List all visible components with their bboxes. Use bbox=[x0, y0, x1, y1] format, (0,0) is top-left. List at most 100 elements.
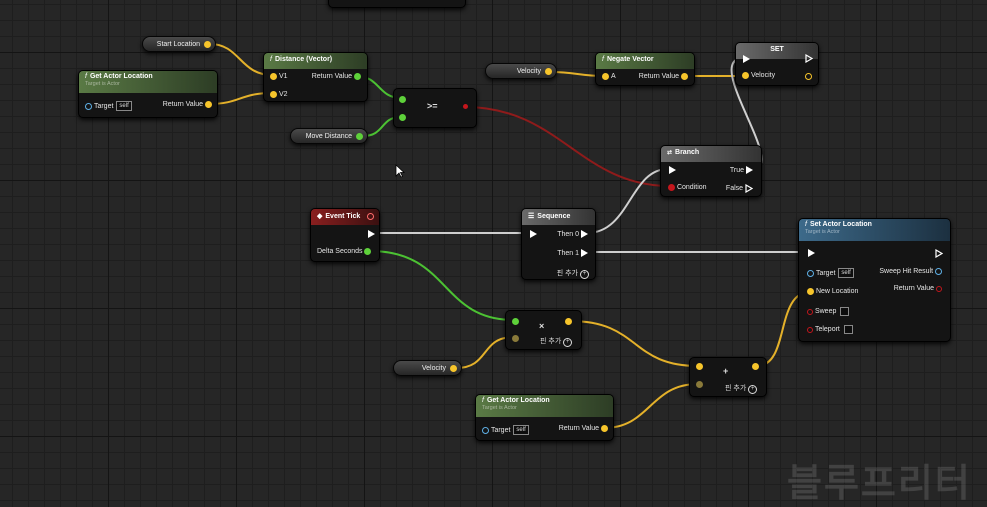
mouse-cursor-icon bbox=[395, 164, 405, 178]
target-label: Target bbox=[490, 426, 511, 434]
distance-return-row: Return Value bbox=[312, 73, 361, 80]
multiply-b-pin[interactable] bbox=[512, 335, 519, 342]
multiply-add-pin[interactable]: 핀 추가 + bbox=[540, 336, 573, 347]
target-pin-row: Target self bbox=[482, 425, 529, 435]
return-pin[interactable] bbox=[205, 101, 212, 108]
v2-pin[interactable] bbox=[270, 91, 277, 98]
set-actor-location-node[interactable]: f Set Actor Location Target is Actor Targ… bbox=[798, 218, 951, 342]
sweep-checkbox[interactable] bbox=[840, 307, 850, 316]
set-exec-out-pin[interactable] bbox=[805, 53, 814, 64]
v1-pin[interactable] bbox=[270, 73, 277, 80]
condition-row: Condition bbox=[668, 184, 707, 191]
multiply-node[interactable]: × 핀 추가 + bbox=[505, 310, 582, 350]
set-exec-in-pin[interactable] bbox=[743, 55, 750, 63]
negate-vector-node[interactable]: f Negate Vector A Return Value bbox=[595, 52, 695, 86]
distance-vector-node[interactable]: f Distance (Vector) V1 V2 Return Value bbox=[263, 52, 368, 102]
compare-result-pin[interactable] bbox=[463, 104, 468, 109]
new-location-pin[interactable] bbox=[807, 288, 814, 295]
teleport-checkbox[interactable] bbox=[843, 325, 853, 334]
function-icon: f bbox=[85, 73, 87, 80]
branch-node[interactable]: ⇄ Branch True Condition False bbox=[660, 145, 762, 197]
function-icon: f bbox=[482, 397, 484, 404]
self-field[interactable]: self bbox=[838, 268, 854, 278]
false-exec-pin[interactable] bbox=[745, 184, 753, 193]
start-location-label: Start Location bbox=[156, 40, 200, 48]
add-a-pin[interactable] bbox=[696, 363, 703, 370]
get-actor-location-header: f Get Actor Location Target is Actor bbox=[79, 71, 217, 93]
teleport-row: Teleport bbox=[807, 325, 853, 334]
setloc-exec-in-pin[interactable] bbox=[808, 249, 815, 257]
multiply-a-pin[interactable] bbox=[512, 318, 519, 325]
event-tick-header: ◆ Event Tick bbox=[311, 209, 379, 225]
sequence-exec-in-pin[interactable] bbox=[530, 230, 537, 238]
a-pin[interactable] bbox=[602, 73, 609, 80]
node-title: Get Actor Location bbox=[89, 73, 153, 80]
move-distance-getter[interactable]: Move Distance bbox=[290, 128, 368, 144]
node-title: SET bbox=[770, 46, 784, 53]
add-node[interactable]: + 핀 추가 + bbox=[689, 357, 767, 397]
node-title: Distance (Vector) bbox=[274, 56, 333, 63]
target-pin[interactable] bbox=[85, 102, 92, 110]
condition-label: Condition bbox=[676, 184, 707, 191]
setloc-exec-out-pin[interactable] bbox=[935, 249, 943, 258]
get-actor-location-node[interactable]: f Get Actor Location Target is Actor Targ… bbox=[78, 70, 218, 118]
compare-a-pin[interactable] bbox=[399, 96, 406, 103]
sweep-pin[interactable] bbox=[807, 308, 813, 315]
sequence-node[interactable]: ☰ Sequence Then 0 Then 1 핀 추가 + bbox=[521, 208, 596, 280]
self-field[interactable]: self bbox=[116, 101, 132, 111]
add-b-pin[interactable] bbox=[696, 381, 703, 388]
branch-exec-in-pin[interactable] bbox=[669, 166, 676, 174]
add-add-pin[interactable]: 핀 추가 + bbox=[725, 383, 758, 394]
velocity-pin[interactable] bbox=[450, 364, 457, 372]
true-exec-pin[interactable] bbox=[746, 166, 753, 174]
velocity-pin[interactable] bbox=[545, 67, 552, 75]
return-pin[interactable] bbox=[681, 73, 688, 80]
sweep-hit-pin[interactable] bbox=[935, 268, 942, 275]
true-row: True bbox=[730, 166, 753, 174]
node-title: Event Tick bbox=[325, 213, 361, 220]
event-icon: ◆ bbox=[317, 213, 323, 220]
compare-b-pin[interactable] bbox=[399, 114, 406, 121]
function-icon: f bbox=[270, 56, 272, 63]
set-velocity-node[interactable]: SET Velocity bbox=[735, 42, 819, 86]
function-icon: f bbox=[805, 221, 807, 228]
add-result-pin[interactable] bbox=[752, 363, 759, 370]
add-operator: + bbox=[723, 366, 729, 376]
node-subtitle: Target is Actor bbox=[805, 229, 840, 235]
get-actor-location-node-2[interactable]: f Get Actor Location Target is Actor Targ… bbox=[475, 394, 614, 441]
greater-equal-node[interactable]: >= bbox=[393, 88, 477, 128]
set-velocity-in-row: Velocity bbox=[742, 72, 775, 79]
target-pin[interactable] bbox=[807, 269, 814, 277]
move-distance-pin[interactable] bbox=[356, 132, 363, 140]
start-location-getter[interactable]: Start Location bbox=[142, 36, 216, 52]
sequence-add-pin[interactable]: 핀 추가 + bbox=[557, 268, 589, 279]
velocity-getter-2[interactable]: Velocity bbox=[393, 360, 462, 376]
v2-row: V2 bbox=[270, 91, 288, 98]
target-label: Target bbox=[93, 102, 114, 110]
return-pin[interactable] bbox=[936, 285, 942, 292]
start-location-pin[interactable] bbox=[204, 40, 211, 48]
then0-pin[interactable] bbox=[581, 230, 588, 238]
return-pin[interactable] bbox=[354, 73, 361, 80]
velocity-in-pin[interactable] bbox=[742, 72, 749, 79]
event-tick-node[interactable]: ◆ Event Tick Delta Seconds bbox=[310, 208, 380, 262]
return-pin[interactable] bbox=[601, 425, 608, 432]
self-field[interactable]: self bbox=[513, 425, 529, 435]
new-location-label: New Location bbox=[815, 288, 859, 295]
tick-exec-out-pin[interactable] bbox=[368, 230, 375, 238]
true-label: True bbox=[729, 166, 745, 174]
target-pin[interactable] bbox=[482, 426, 489, 434]
teleport-pin[interactable] bbox=[807, 326, 813, 333]
multiply-result-pin[interactable] bbox=[565, 318, 572, 325]
velocity-getter[interactable]: Velocity bbox=[485, 63, 557, 79]
delta-seconds-pin[interactable] bbox=[364, 248, 372, 255]
condition-pin[interactable] bbox=[668, 184, 675, 191]
target-pin-row: Target self bbox=[85, 101, 132, 111]
velocity-out-pin[interactable] bbox=[805, 73, 812, 80]
node-title: Negate Vector bbox=[606, 56, 654, 63]
then1-pin[interactable] bbox=[581, 249, 588, 257]
node-title: Sequence bbox=[537, 213, 571, 220]
return-label: Return Value bbox=[162, 101, 204, 108]
new-location-row: New Location bbox=[807, 288, 858, 295]
offscreen-node[interactable] bbox=[328, 0, 466, 8]
